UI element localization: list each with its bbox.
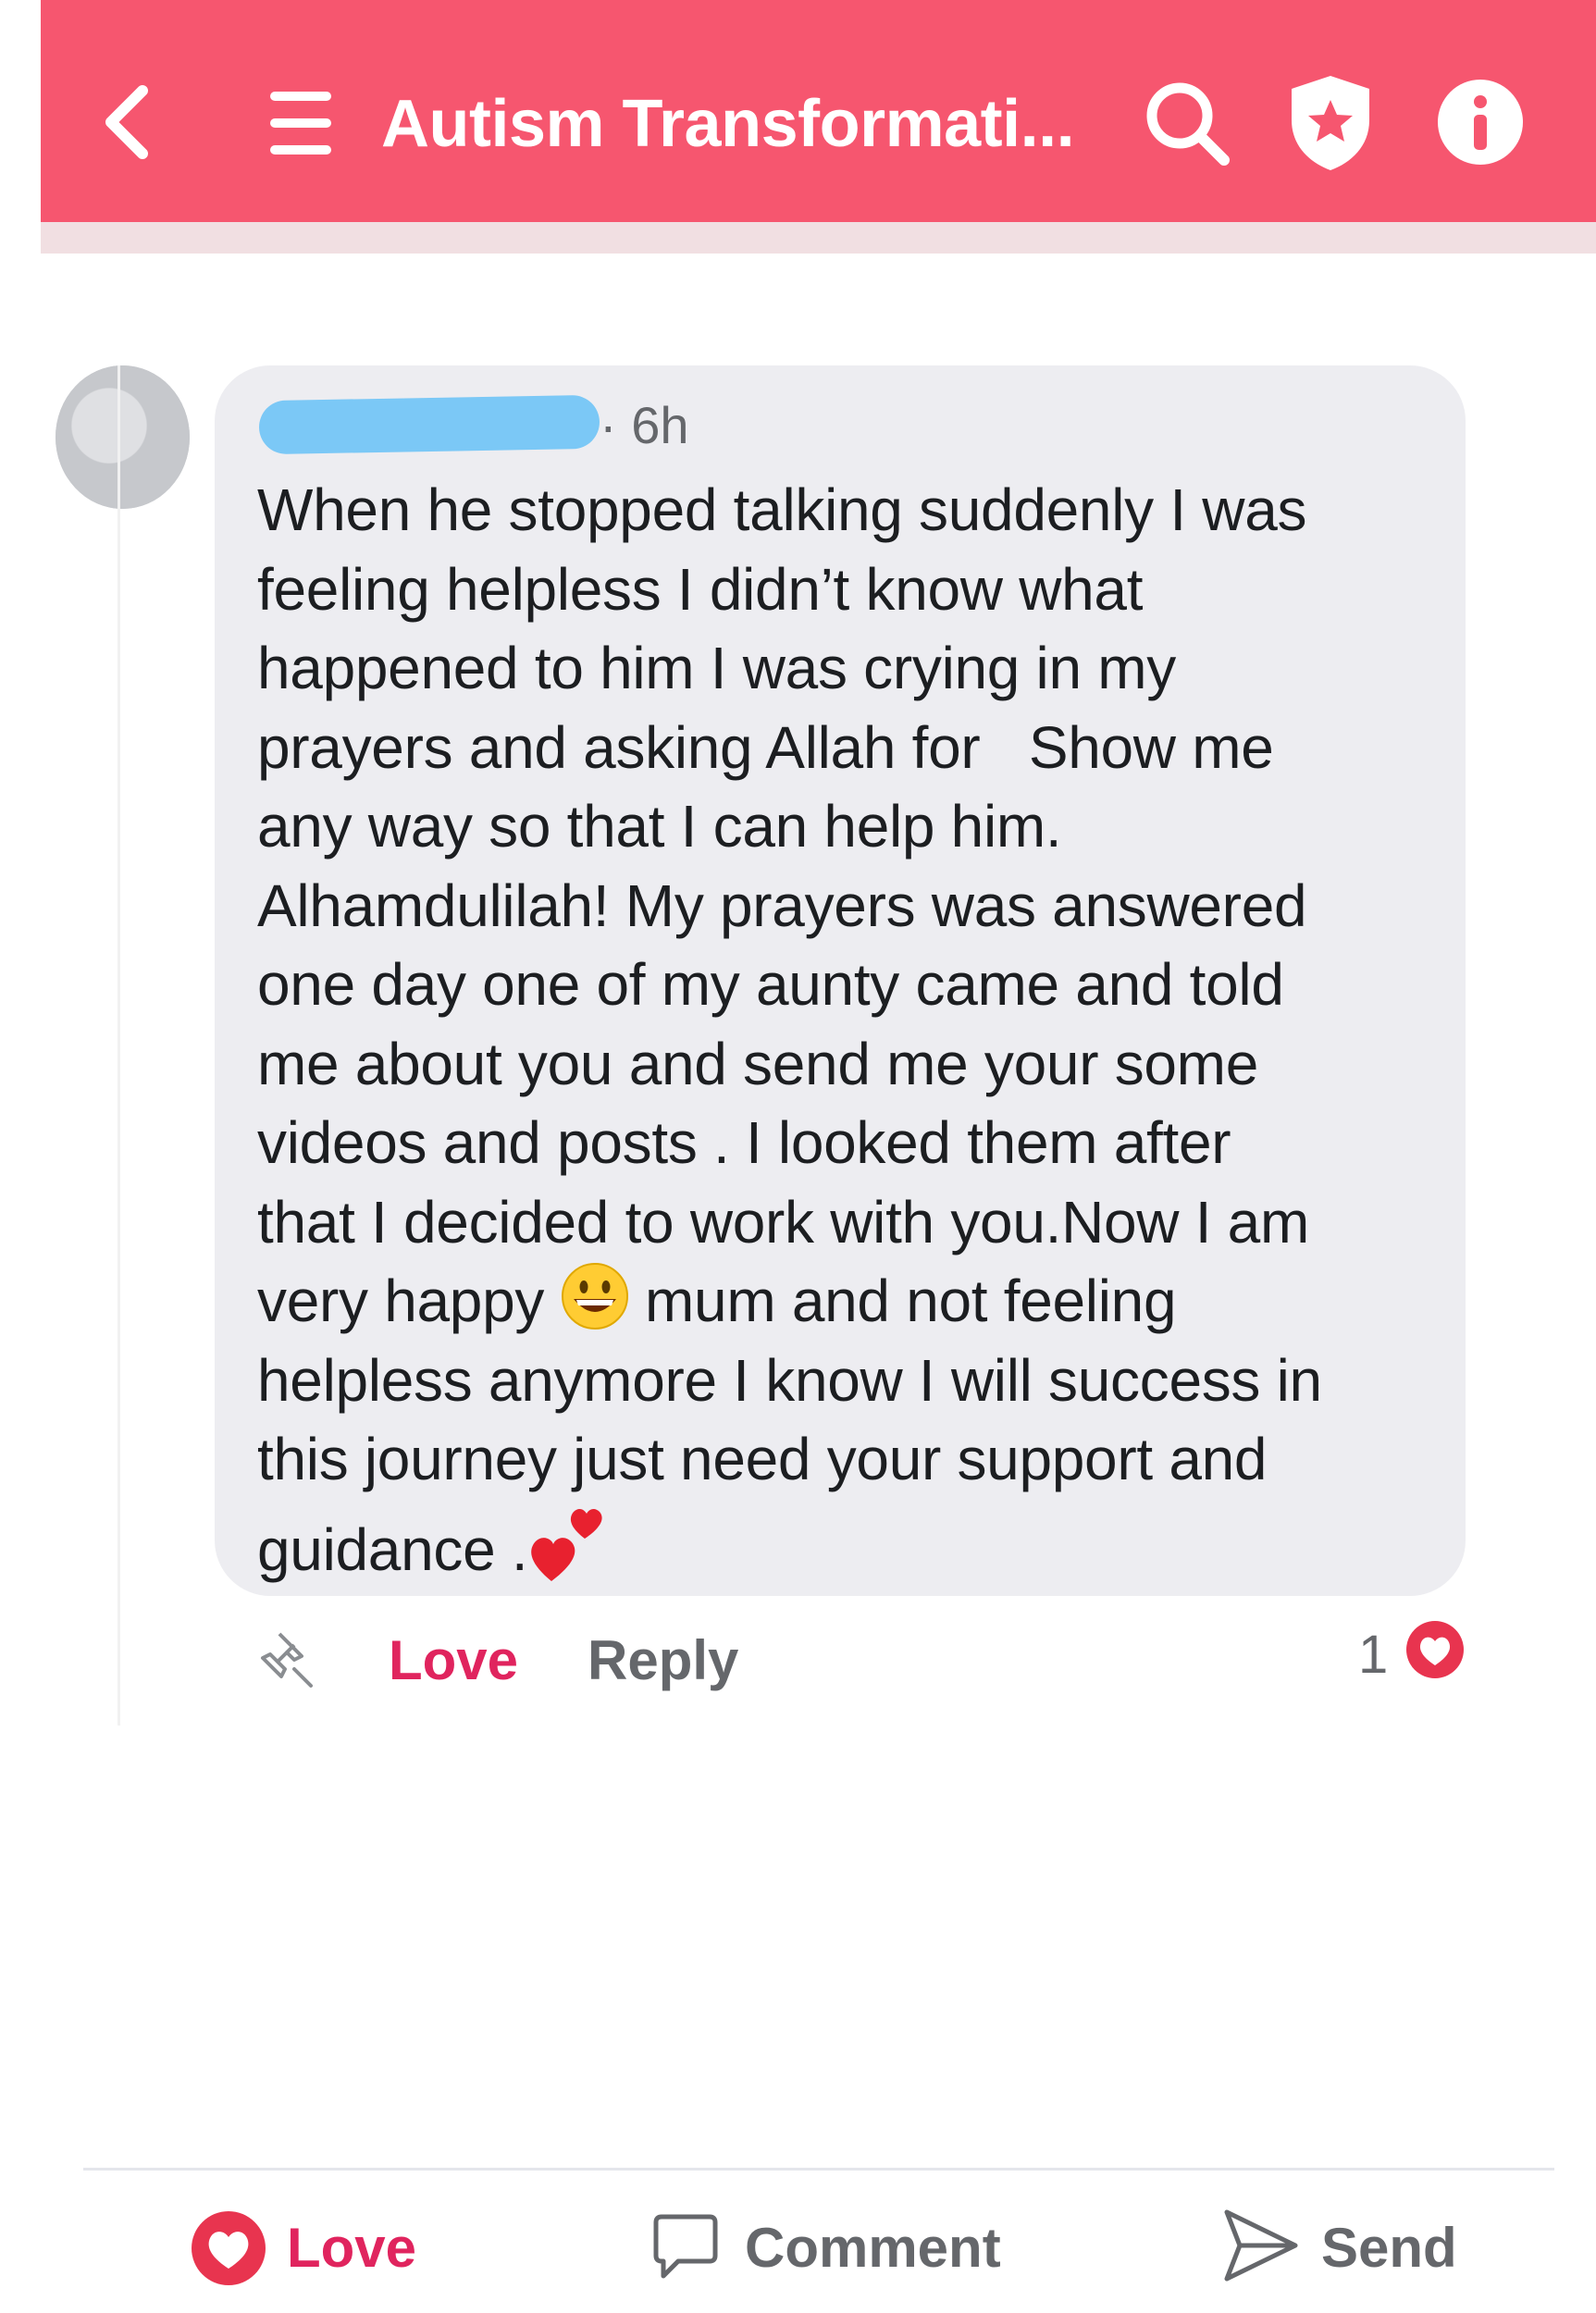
send-icon[interactable]: [1221, 2207, 1299, 2284]
comment-bubble-icon[interactable]: [652, 2211, 719, 2282]
two-hearts-emoji: [531, 1508, 602, 1581]
comment-timestamp: · 6h: [600, 396, 689, 454]
comment-line-part: guidance .: [257, 1515, 528, 1583]
love-reaction-icon[interactable]: [1404, 1619, 1466, 1680]
comment-line: prayers and asking Allah for Show me: [257, 713, 1274, 781]
comment-text: When he stopped talking suddenly I was fe…: [257, 471, 1460, 1589]
comment-line: feeling helpless I didn’t know what: [257, 555, 1144, 623]
reply-link[interactable]: Reply: [588, 1628, 738, 1693]
comment-line: videos and posts . I looked them after: [257, 1109, 1231, 1176]
group-title: Autism Transformati...: [381, 87, 1075, 161]
love-button[interactable]: Love: [287, 2216, 416, 2281]
comment-line: happened to him I was crying in my: [257, 635, 1176, 701]
back-icon[interactable]: [100, 83, 155, 161]
comment-line-part: mum and not feeling: [628, 1268, 1177, 1334]
comment-line: any way so that I can help him.: [257, 793, 1062, 860]
comment-button[interactable]: Comment: [745, 2216, 1001, 2281]
comment-screen: Autism Transformati... · 6h When he stop…: [0, 0, 1596, 2313]
shield-star-icon[interactable]: [1286, 72, 1375, 174]
send-button[interactable]: Send: [1321, 2216, 1457, 2281]
top-bar-shadow: [41, 222, 1596, 254]
comment-line: me about you and send me your some: [257, 1030, 1258, 1097]
comment-line: one day one of my aunty came and told: [257, 951, 1284, 1018]
comment-line-part: very happy: [257, 1268, 561, 1334]
pin-icon[interactable]: [259, 1628, 318, 1691]
grinning-face-emoji: [561, 1263, 628, 1330]
heart-icon[interactable]: [190, 2209, 267, 2287]
comment-line: very happy mum and not feeling: [257, 1262, 1460, 1342]
comment-line: that I decided to work with you.Now I am: [257, 1188, 1309, 1255]
comment-line: Alhamdulilah! My prayers was answered: [257, 872, 1307, 939]
redacted-author-name[interactable]: [258, 394, 600, 455]
bottom-divider: [83, 2168, 1554, 2171]
info-icon[interactable]: [1436, 78, 1525, 167]
avatar[interactable]: [56, 365, 190, 509]
comment-line: this journey just need your support and: [257, 1426, 1268, 1492]
reaction-count[interactable]: 1: [1358, 1623, 1388, 1688]
comment-line: guidance .: [257, 1500, 1460, 1590]
comment-line: When he stopped talking suddenly I was: [257, 476, 1307, 543]
thread-line: [118, 365, 120, 1725]
menu-icon[interactable]: [268, 88, 333, 158]
comment-line: helpless anymore I know I will success i…: [257, 1346, 1322, 1414]
love-reaction-link[interactable]: Love: [389, 1628, 518, 1693]
search-icon[interactable]: [1143, 79, 1231, 167]
